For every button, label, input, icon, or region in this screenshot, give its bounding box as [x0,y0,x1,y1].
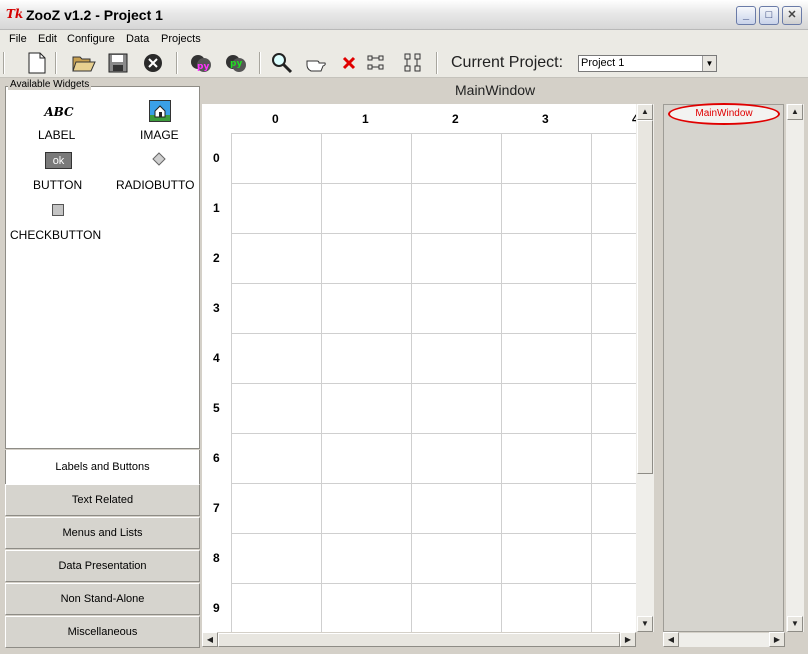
widget-label[interactable]: BUTTON [33,178,82,192]
scroll-up-icon[interactable]: ▲ [637,104,653,120]
widget-label[interactable]: RADIOBUTTO [116,178,194,192]
grid-line [231,283,636,284]
grid-line [231,133,636,134]
menubar: File Edit Configure Data Projects [0,30,808,48]
checkbutton-icon[interactable] [52,204,64,216]
python-generate-icon[interactable]: py [224,51,248,75]
project-select[interactable]: Project 1 ▼ [578,55,717,72]
grid-line [231,533,636,534]
svg-text:py: py [230,59,242,69]
row-header: 6 [213,451,220,465]
category-non-stand-alone[interactable]: Non Stand-Alone [5,583,200,615]
menu-data[interactable]: Data [126,33,149,45]
abc-icon[interactable]: ABC [43,104,75,120]
scroll-up-icon[interactable]: ▲ [787,104,803,120]
canvas-vertical-scrollbar[interactable]: ▲ ▼ [636,104,654,632]
available-widgets-caption: Available Widgets [8,79,92,90]
layout-grid[interactable]: 0 1 2 3 4 0 1 2 3 4 5 6 7 8 9 [202,104,636,632]
grid-line [231,433,636,434]
canvas-horizontal-scrollbar[interactable]: ◀ ▶ [202,632,636,647]
scroll-right-icon[interactable]: ▶ [769,632,785,647]
svg-text:py: py [197,62,209,72]
category-text-related[interactable]: Text Related [5,484,200,516]
scroll-left-icon[interactable]: ◀ [202,632,218,647]
column-header: 2 [452,112,459,126]
toolbar-separator [436,52,438,74]
scroll-right-icon[interactable]: ▶ [620,632,636,647]
menu-file[interactable]: File [9,33,27,45]
canvas-title: MainWindow [455,82,536,98]
tree-vertical-scrollbar[interactable]: ▲ ▼ [786,104,804,632]
grid-line [231,583,636,584]
category-menus-and-lists[interactable]: Menus and Lists [5,517,200,549]
open-folder-icon[interactable] [72,51,96,75]
row-header: 9 [213,601,220,615]
scroll-thumb[interactable] [637,120,653,474]
python-run-icon[interactable]: py [189,51,213,75]
menu-configure[interactable]: Configure [67,33,115,45]
scroll-down-icon[interactable]: ▼ [637,616,653,632]
row-header: 0 [213,151,220,165]
column-header: 0 [272,112,279,126]
magnifier-icon[interactable] [270,51,294,75]
row-header: 2 [213,251,220,265]
save-disk-icon[interactable] [106,51,130,75]
grid-line [231,233,636,234]
project-select-value: Project 1 [581,57,625,69]
column-header: 1 [362,112,369,126]
current-project-label: Current Project: [451,54,564,71]
widget-label[interactable]: CHECKBUTTON [10,228,101,242]
grid-line [231,183,636,184]
image-icon[interactable] [149,100,171,122]
row-header: 5 [213,401,220,415]
toolbar-separator [3,52,5,74]
window-title: ZooZ v1.2 - Project 1 [26,7,163,23]
category-miscellaneous[interactable]: Miscellaneous [5,616,200,648]
widget-label[interactable]: IMAGE [140,128,179,142]
tree-horizontal-scrollbar[interactable]: ◀ ▶ [663,632,785,647]
widget-label[interactable]: LABEL [38,128,75,142]
row-header: 3 [213,301,220,315]
new-file-icon[interactable] [25,51,49,75]
toolbar-separator [176,52,178,74]
row-header: 4 [213,351,220,365]
button-icon[interactable]: ok [45,152,72,169]
category-labels-and-buttons[interactable]: Labels and Buttons [5,450,200,484]
tree-node-mainwindow[interactable]: MainWindow [668,103,780,125]
row-header: 1 [213,201,220,215]
hand-pointer-icon[interactable] [304,51,328,75]
toolbar-separator [259,52,261,74]
column-header: 3 [542,112,549,126]
radiobutton-icon[interactable] [152,152,166,166]
widget-tree-panel [663,104,784,632]
title-bar: Tk ZooZ v1.2 - Project 1 _ □ ✕ [0,0,808,30]
row-header: 7 [213,501,220,515]
maximize-button[interactable]: □ [759,6,779,25]
scroll-down-icon[interactable]: ▼ [787,616,803,632]
horizontal-layout-icon[interactable] [366,51,390,75]
scroll-left-icon[interactable]: ◀ [663,632,679,647]
grid-line [231,483,636,484]
tk-app-icon: Tk [6,7,24,21]
menu-projects[interactable]: Projects [161,33,201,45]
menu-edit[interactable]: Edit [38,33,57,45]
category-data-presentation[interactable]: Data Presentation [5,550,200,582]
grid-line [231,333,636,334]
toolbar-separator [55,52,57,74]
vertical-layout-icon[interactable] [401,51,425,75]
grid-line [231,383,636,384]
close-button[interactable]: ✕ [782,6,802,25]
delete-x-icon[interactable] [337,51,361,75]
close-project-icon[interactable] [141,51,165,75]
minimize-button[interactable]: _ [736,6,756,25]
row-header: 8 [213,551,220,565]
pane-divider[interactable] [655,104,663,648]
scroll-thumb[interactable] [218,633,620,647]
chevron-down-icon[interactable]: ▼ [702,56,716,71]
